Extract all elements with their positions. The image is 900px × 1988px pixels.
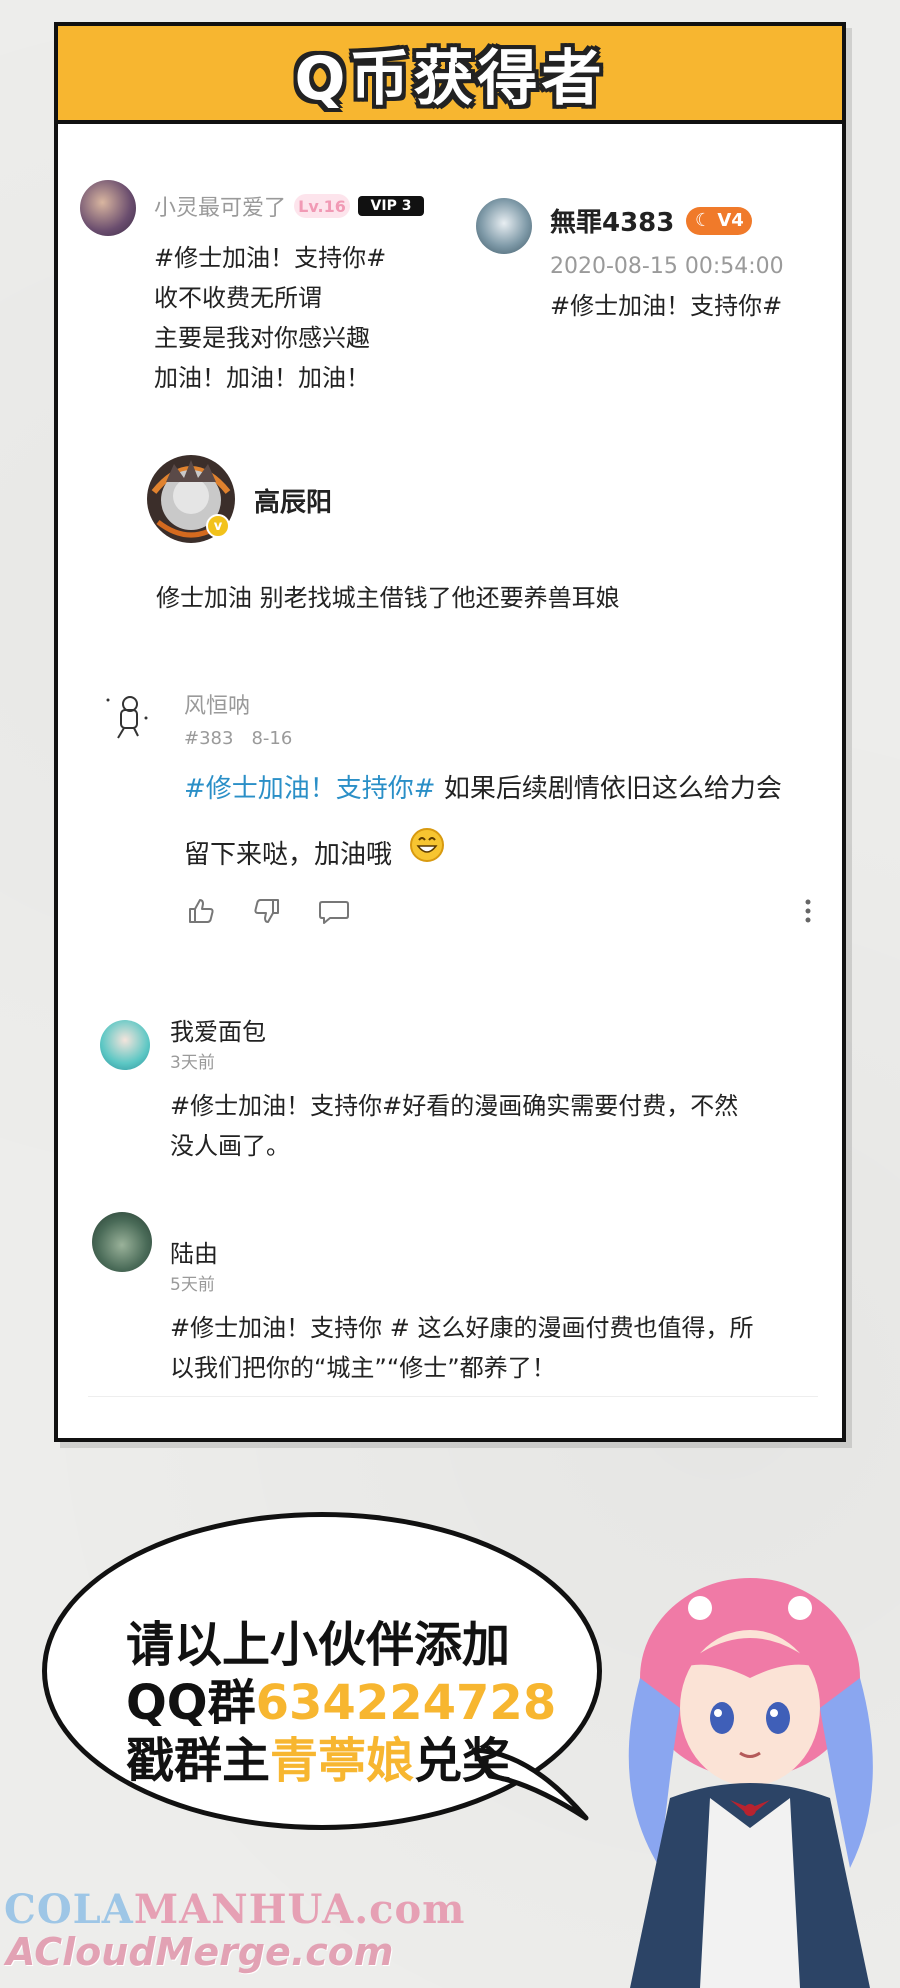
comment-header: 小灵最可爱了 Lv.16 VIP 3 bbox=[154, 190, 425, 222]
username[interactable]: 無罪4383 bbox=[550, 202, 674, 239]
reply-button[interactable] bbox=[318, 898, 350, 926]
comment-line: 加油！加油！加油！ bbox=[154, 364, 370, 392]
comment-date: 8-16 bbox=[251, 728, 293, 749]
astronaut-icon bbox=[106, 696, 148, 739]
avatar[interactable] bbox=[92, 1212, 152, 1272]
username[interactable]: 陆由 bbox=[170, 1234, 218, 1269]
comment-text: 留下来哒，加油哦 bbox=[184, 828, 444, 871]
comment-line: #修士加油！支持你# bbox=[154, 244, 387, 272]
avatar[interactable] bbox=[80, 180, 136, 236]
like-button[interactable] bbox=[186, 896, 216, 926]
bubble-line-3: 戳群主青葶娘兑奖 bbox=[126, 1732, 596, 1790]
comment-text-part: 留下来哒，加油哦 bbox=[184, 840, 393, 870]
anime-girl-illustration bbox=[628, 1578, 873, 1988]
comment-text: #修士加油！支持你# 如果后续剧情依旧这么给力会 bbox=[184, 768, 782, 805]
qq-group-number: 634224728 bbox=[255, 1675, 557, 1731]
bubble-line-1: 请以上小伙伴添加 bbox=[126, 1617, 511, 1673]
panel-title: Q币获得者 bbox=[294, 43, 606, 114]
comment-line: 收不收费无所谓 bbox=[154, 284, 322, 312]
vip-text: VIP bbox=[370, 198, 397, 214]
verified-badge-text: v bbox=[213, 518, 223, 534]
comment-meta: #383 8-16 bbox=[184, 728, 292, 749]
watermark-colamanhua: COLAMANHUA.com bbox=[4, 1886, 466, 1933]
bubble-line3-suffix: 兑奖 bbox=[414, 1733, 511, 1789]
like-icon bbox=[189, 899, 214, 923]
more-button[interactable] bbox=[804, 898, 812, 924]
more-icon bbox=[805, 899, 811, 923]
avatar-frame[interactable]: v bbox=[144, 452, 238, 546]
timestamp: 5天前 bbox=[170, 1275, 215, 1295]
v-badge: ☾ V4 bbox=[686, 206, 753, 235]
username[interactable]: 小灵最可爱了 bbox=[154, 190, 286, 222]
hashtag-link[interactable]: #修士加油！支持你# bbox=[184, 774, 436, 804]
watermark-part1: COLA bbox=[4, 1886, 134, 1933]
dislike-button[interactable] bbox=[252, 896, 282, 926]
grin-emoji-icon bbox=[410, 828, 444, 862]
avatar[interactable] bbox=[100, 688, 152, 740]
reply-icon bbox=[319, 901, 349, 924]
watermark-part2: MANHUA bbox=[133, 1886, 355, 1933]
comment-text: 修士加油 别老找城主借钱了他还要养兽耳娘 bbox=[156, 584, 620, 612]
v-badge-text: V4 bbox=[717, 210, 744, 231]
level-text: Lv.16 bbox=[298, 196, 346, 216]
watermark-acloudmerge: ACloudMerge.com bbox=[6, 1930, 394, 1974]
timestamp: 2020-08-15 00:54:00 bbox=[550, 254, 784, 279]
comment-line: 没人画了。 bbox=[170, 1132, 290, 1160]
comment-body: #修士加油！支持你#好看的漫画确实需要付费，不然 没人画了。 bbox=[170, 1086, 738, 1166]
username[interactable]: 我爱面包 bbox=[170, 1012, 266, 1047]
vip-level: 3 bbox=[401, 198, 412, 214]
comment-line: 以我们把你的“城主”“修士”都养了！ bbox=[170, 1354, 556, 1382]
bubble-line3-prefix: 戳群主 bbox=[126, 1733, 271, 1789]
comment-header: 無罪4383 ☾ V4 bbox=[550, 202, 753, 239]
avatar[interactable] bbox=[100, 1020, 150, 1070]
avatar[interactable] bbox=[476, 198, 532, 254]
group-owner-name: 青葶娘 bbox=[270, 1733, 415, 1789]
comment-line: #修士加油！支持你#好看的漫画确实需要付费，不然 bbox=[170, 1092, 739, 1120]
watermark-part3: .com bbox=[354, 1886, 466, 1933]
comment-text: #修士加油！支持你# bbox=[550, 292, 783, 320]
bubble-line-2: QQ群634224728 bbox=[126, 1674, 596, 1732]
comment-line: #修士加油！支持你 # 这么好康的漫画付费也值得，所 bbox=[170, 1314, 754, 1342]
dislike-icon bbox=[254, 899, 279, 923]
comments-panel: Q币获得者 小灵最可爱了 Lv.16 VIP 3 #修士加油！支持你# 收不收费… bbox=[54, 22, 846, 1442]
comment-body: #修士加油！支持你# 收不收费无所谓 主要是我对你感兴趣 加油！加油！加油！ bbox=[154, 238, 386, 398]
verified-badge: v bbox=[206, 514, 230, 538]
comment-line: 主要是我对你感兴趣 bbox=[154, 324, 370, 352]
comment-text-part: 如果后续剧情依旧这么给力会 bbox=[435, 774, 782, 804]
username[interactable]: 风恒呐 bbox=[184, 688, 250, 720]
level-badge: Lv.16 bbox=[294, 194, 351, 218]
divider bbox=[88, 1396, 818, 1397]
comment-body: #修士加油！支持你 # 这么好康的漫画付费也值得，所 以我们把你的“城主”“修士… bbox=[170, 1308, 753, 1388]
panel-header: Q币获得者 bbox=[58, 26, 842, 124]
vip-badge: VIP 3 bbox=[358, 196, 425, 216]
bubble-qq-label: QQ群 bbox=[126, 1675, 256, 1731]
timestamp: 3天前 bbox=[170, 1053, 215, 1073]
username[interactable]: 高辰阳 bbox=[254, 482, 332, 519]
floor-number: #383 bbox=[184, 728, 234, 749]
